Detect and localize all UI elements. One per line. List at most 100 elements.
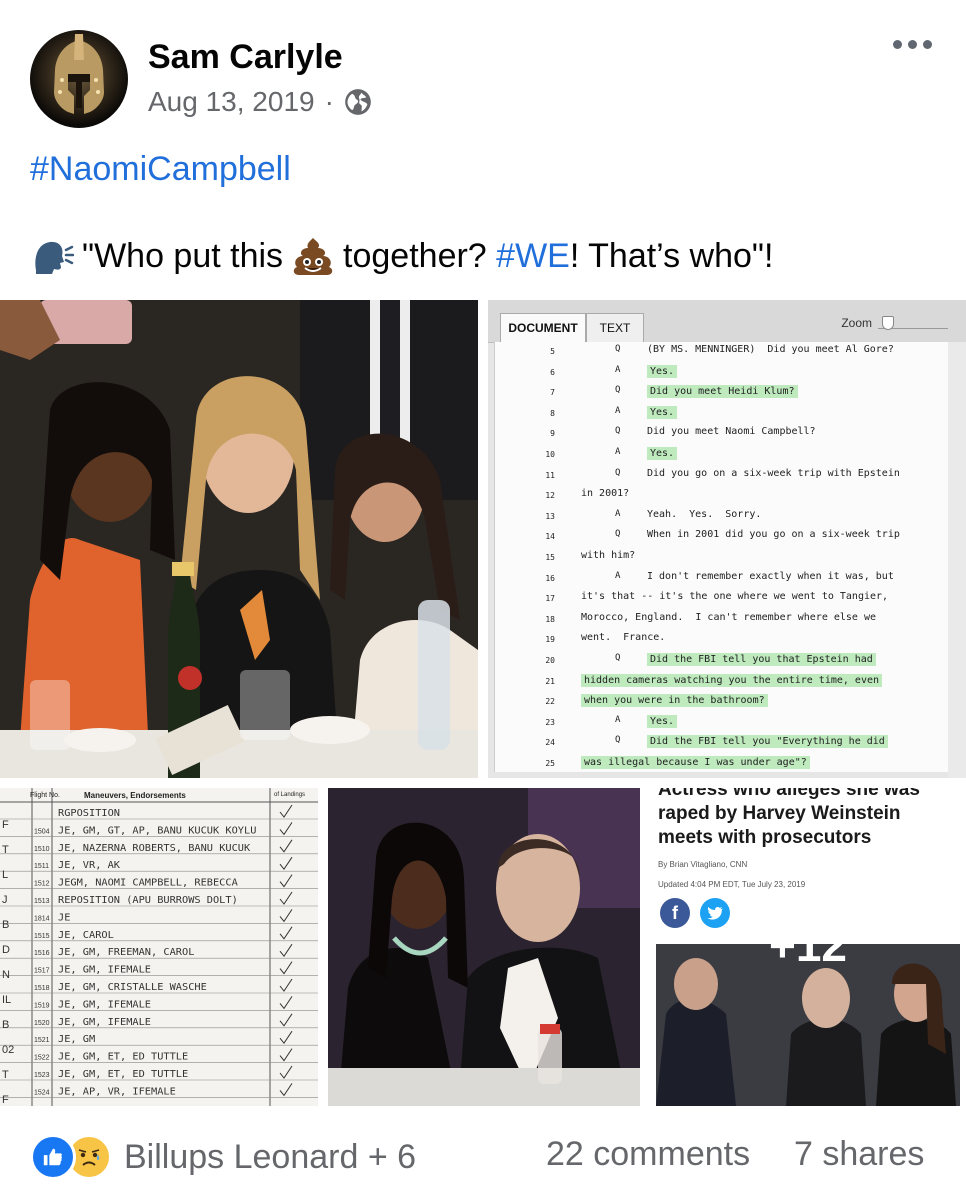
log-margin-letter: T	[2, 1069, 9, 1081]
testimony-text: when you were in the bathroom?	[581, 694, 768, 708]
line-number: 17	[545, 594, 555, 604]
log-entry: JE, VR, AK	[58, 860, 120, 871]
log-flight-number: 1510	[34, 846, 50, 853]
log-flight-number: 1521	[34, 1037, 50, 1044]
photo-couple[interactable]	[328, 788, 640, 1106]
log-flight-number: 1517	[34, 968, 50, 975]
line-number: 16	[545, 573, 555, 583]
log-entry: JE, GM, GT, AP, BANU KUCUK KOYLU	[58, 825, 256, 836]
gala-photo-illustration	[0, 300, 478, 778]
testimony-text: Yes.	[647, 714, 678, 728]
couple-photo-illustration	[328, 788, 640, 1106]
post-text: "Who put this together? #WE! That’s who"…	[30, 236, 773, 276]
comments-count[interactable]: 22 comments	[546, 1135, 750, 1174]
deposition-line: 22 when you were in the bathroom?	[495, 694, 949, 714]
line-number: 7	[550, 388, 555, 398]
speaker-label: A	[615, 714, 621, 725]
deposition-line: 25 was illegal because I was under age"?	[495, 756, 949, 776]
deposition-line: 7 Q Did you meet Heidi Klum?	[495, 385, 949, 405]
log-entry: RGPOSITION	[58, 808, 120, 819]
log-flight-number: 1516	[34, 950, 50, 957]
testimony-text: Yes.	[647, 405, 678, 419]
testimony-text: I don't remember exactly when it was, bu…	[647, 570, 894, 582]
testimony-text: Yes.	[647, 447, 678, 460]
deposition-line: 18 Morocco, England. I can't remember whe…	[495, 612, 949, 632]
log-margin-letter: 02	[2, 1044, 14, 1056]
testimony-text: in 2001?	[581, 488, 630, 500]
speaker-label: Q	[615, 344, 621, 354]
line-number: 22	[545, 697, 555, 707]
meta-separator: ·	[324, 86, 334, 117]
tab-text[interactable]: TEXT	[586, 313, 644, 342]
speaker-label: Q	[615, 529, 621, 540]
article-headline: Actress who alleges she was raped by Har…	[658, 788, 920, 848]
testimony-text: Did you go on a six-week trip with Epste…	[647, 467, 900, 479]
log-flight-number: 1515	[34, 933, 50, 940]
line-number: 20	[545, 656, 555, 665]
log-entry: JEGM, NAOMI CAMPBELL, REBECCA	[58, 878, 238, 889]
deposition-line: 17 it's that -- it's the one where we wen…	[495, 591, 949, 611]
profile-avatar[interactable]	[30, 30, 128, 128]
hashtag-we-link[interactable]: #WE	[496, 237, 570, 276]
reactions-summary[interactable]: Billups Leonard + 6	[30, 1134, 416, 1180]
shares-count[interactable]: 7 shares	[794, 1135, 924, 1174]
testimony-text: Morocco, England. I can't remember where…	[581, 611, 877, 623]
log-flight-number: 1518	[34, 985, 50, 992]
reactors-text[interactable]: Billups Leonard + 6	[124, 1138, 416, 1177]
col-maneuvers: Maneuvers, Endorsements	[84, 791, 186, 800]
log-flight-number: 1512	[34, 881, 50, 888]
col-landings: of Landings	[274, 792, 305, 798]
line-number: 8	[550, 408, 555, 418]
log-entry: JE, GM, ET, ED TUTTLE	[58, 1069, 188, 1080]
line-number: 12	[545, 491, 555, 501]
deposition-line: 9 Q Did you meet Naomi Campbell?	[495, 426, 949, 446]
deposition-line: 23 A Yes.	[495, 714, 949, 735]
globe-icon[interactable]	[344, 88, 372, 116]
log-entry: JE, CAROL	[58, 930, 114, 941]
photo-flight-log[interactable]: Flight No. Maneuvers, Endorsements of La…	[0, 788, 318, 1106]
testimony-text: Did you meet Heidi Klum?	[647, 385, 798, 399]
deposition-line: 8 A Yes.	[495, 405, 949, 426]
more-options-icon[interactable]	[893, 40, 932, 49]
zoom-slider-thumb[interactable]	[882, 316, 894, 330]
testimony-text: Yeah. Yes. Sorry.	[647, 508, 762, 520]
log-entry: JE, NAZERNA ROBERTS, BANU KUCUK	[58, 843, 250, 854]
deposition-line: 11 Q Did you go on a six-week trip with Ep…	[495, 468, 949, 488]
flight-log-page: Flight No. Maneuvers, Endorsements of La…	[0, 788, 318, 1106]
author-name[interactable]: Sam Carlyle	[148, 38, 343, 77]
line-number: 23	[545, 717, 555, 727]
log-flight-number: 1504	[34, 828, 50, 835]
testimony-text: Did you meet Naomi Campbell?	[647, 426, 816, 438]
line-number: 15	[545, 553, 555, 562]
testimony-text: went. France.	[581, 632, 666, 644]
testimony-text: was illegal because I was under age"?	[581, 756, 810, 769]
photo-gala[interactable]	[0, 300, 478, 778]
hashtag-link[interactable]: #NaomiCampbell	[30, 150, 291, 189]
log-margin-letter: B	[2, 919, 9, 931]
speaker-label: Q	[615, 653, 621, 663]
log-flight-number: 1524	[34, 1089, 50, 1096]
line-number: 11	[545, 470, 555, 480]
log-flight-number: 1522	[34, 1055, 50, 1062]
testimony-text: hidden cameras watching you the entire t…	[581, 673, 883, 687]
line-number: 24	[545, 738, 555, 748]
line-number: 14	[545, 532, 555, 542]
testimony-text: (BY MS. MENNINGER) Did you meet Al Gore?	[647, 344, 894, 355]
photo-article[interactable]: Actress who alleges she was raped by Har…	[650, 788, 966, 1106]
deposition-line: 10 A Yes.	[495, 447, 949, 467]
deposition-scrollbar[interactable]	[948, 342, 966, 778]
deposition-line: 19 went. France.	[495, 632, 949, 652]
deposition-line: 21 hidden cameras watching you the entire…	[495, 673, 949, 694]
more-photos-count[interactable]: +12	[650, 918, 966, 972]
post-date[interactable]: Aug 13, 2019	[148, 86, 315, 118]
tab-document[interactable]: DOCUMENT	[500, 313, 586, 342]
pile-of-poo-icon	[293, 238, 333, 275]
log-entry: JE, AP, VR, IFEMALE	[58, 1086, 176, 1097]
quote-part-3: ! That’s who"!	[569, 236, 774, 275]
speaking-head-icon	[35, 241, 74, 274]
speaker-label: Q	[615, 385, 621, 396]
speaker-label: A	[615, 405, 621, 416]
zoom-slider[interactable]	[878, 316, 948, 330]
line-number: 9	[550, 429, 555, 439]
photo-deposition[interactable]: DOCUMENT TEXT Zoom 5 Q (BY MS. MENNINGER) …	[488, 300, 966, 778]
